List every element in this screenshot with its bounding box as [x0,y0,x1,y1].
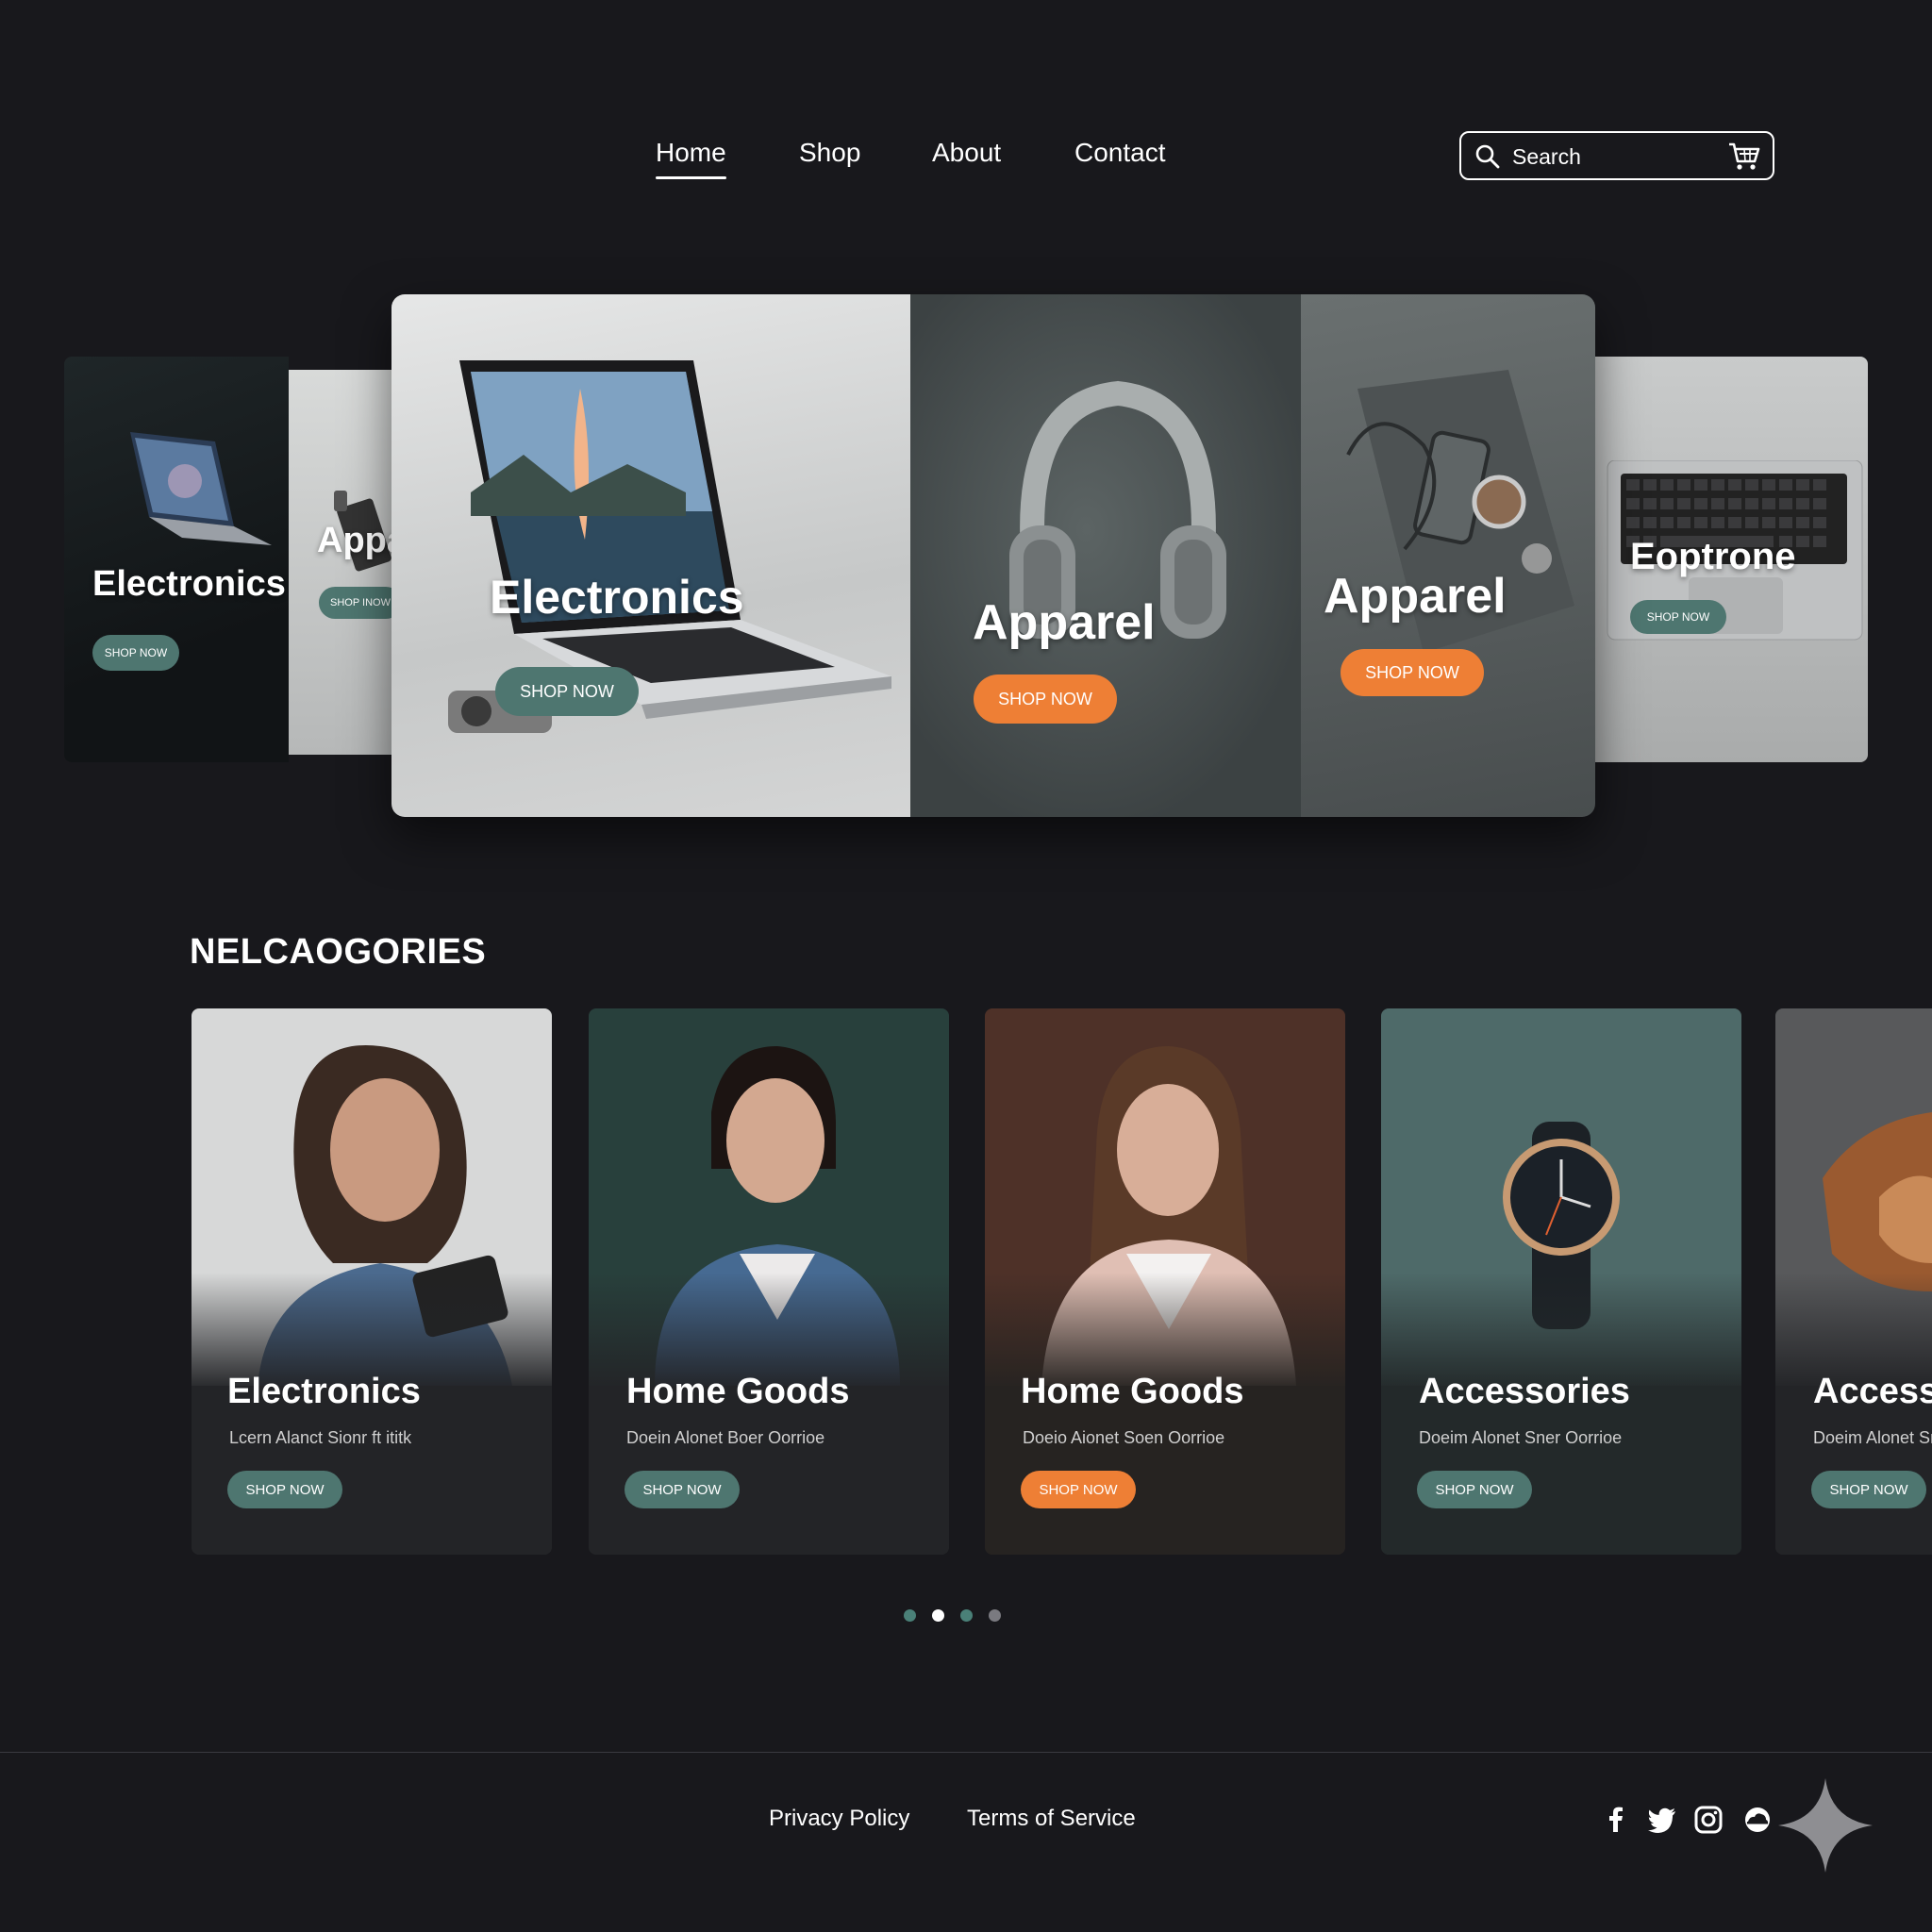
card-title: Accessories [1419,1372,1630,1411]
card-title: Home Goods [626,1372,850,1411]
laptop-image [130,432,272,545]
shop-now-button[interactable]: SHOP NOW [1021,1471,1136,1508]
hero-slide-left-apparel[interactable]: Appa SHOP INOW [289,370,402,755]
shop-now-button[interactable]: SHOP NOW [1630,600,1726,634]
twitter-icon[interactable] [1646,1804,1678,1836]
nav-home[interactable]: Home [656,138,726,179]
gadgets-image [1346,370,1574,653]
hero-slide-title: Apparel [973,595,1156,650]
pagination-dot[interactable] [989,1609,1001,1622]
card-title: Access [1813,1372,1932,1411]
hero-slide-title: Eoptrone [1630,536,1796,577]
privacy-policy-link[interactable]: Privacy Policy [769,1806,909,1832]
card-title: Home Goods [1021,1372,1244,1411]
category-card-home-goods[interactable]: Home Goods Doein Alonet Boer Oorrioe SHO… [589,1008,949,1555]
facebook-icon[interactable] [1600,1804,1632,1836]
shop-now-button[interactable]: SHOP NOW [1417,1471,1532,1508]
pagination-dot[interactable] [904,1609,916,1622]
search-icon[interactable] [1474,143,1501,175]
card-subtitle: Doein Alonet Boer Oorrioe [626,1428,825,1447]
card-subtitle: Doeim Alonet Sner Oorrioe [1419,1428,1623,1447]
card-subtitle: Lcern Alanct Sionr ft ititk [229,1428,412,1447]
search-bar [1459,131,1774,180]
sparkle-icon [1778,1778,1873,1877]
hero-slide-left-electronics[interactable]: Electronics SHOP NOW [64,357,289,762]
shop-now-button[interactable]: SHOP NOW [1811,1471,1926,1508]
hero-panel-apparel[interactable]: Apparel SHOP NOW [910,294,1301,817]
category-card-home-goods-2[interactable]: Home Goods Doeio Aionet Soen Oorrioe SHO… [985,1008,1345,1555]
category-card-accessories[interactable]: Accessories Doeim Alonet Sner Oorrioe SH… [1381,1008,1741,1555]
shop-now-button[interactable]: SHOP NOW [974,675,1117,724]
cloud-icon[interactable] [1741,1804,1774,1836]
hero-slide-right[interactable]: Eoptrone SHOP NOW [1594,357,1868,762]
hero-slide-title: Appa [317,521,402,560]
pagination-dot-active[interactable] [932,1609,944,1622]
shop-now-button[interactable]: SHOP NOW [92,635,179,671]
terms-of-service-link[interactable]: Terms of Service [967,1806,1136,1832]
hero-panel-apparel-2[interactable]: Apparel SHOP NOW [1301,294,1595,817]
cart-icon[interactable] [1727,142,1761,176]
search-input[interactable] [1510,141,1722,173]
card-subtitle: Doeim Alonet Sr [1813,1428,1932,1447]
shop-now-button[interactable]: SHOP NOW [1341,649,1484,696]
nav-contact[interactable]: Contact [1074,138,1166,168]
shop-now-button[interactable]: SHOP NOW [625,1471,740,1508]
instagram-icon[interactable] [1692,1804,1724,1836]
shop-now-button[interactable]: SHOP NOW [495,667,639,716]
category-card-electronics[interactable]: Electronics Lcern Alanct Sionr ft ititk … [192,1008,552,1555]
hero-carousel: Electronics SHOP NOW Appa SHOP INOW Eopt… [0,283,1932,830]
nav-about[interactable]: About [932,138,1001,168]
footer-divider [0,1752,1932,1753]
pagination-dot[interactable] [960,1609,973,1622]
hero-slide-main[interactable]: Electronics SHOP NOW Apparel SHOP NOW Ap… [391,294,1595,817]
hero-slide-title: Electronics [490,571,744,624]
category-cards: Electronics Lcern Alanct Sionr ft ititk … [0,1008,1932,1556]
category-card-accessories-2[interactable]: Access Doeim Alonet Sr SHOP NOW [1775,1008,1932,1555]
nav-shop[interactable]: Shop [799,138,860,168]
hero-slide-title: Electronics [92,564,286,604]
shop-now-button[interactable]: SHOP NOW [227,1471,342,1508]
section-title: NELCAOGORIES [190,932,487,972]
shop-now-button[interactable]: SHOP INOW [319,587,402,619]
card-title: Electronics [227,1372,421,1411]
card-subtitle: Doeio Aionet Soen Oorrioe [1023,1428,1225,1447]
hero-slide-title: Apparel [1324,569,1507,624]
hero-panel-electronics[interactable]: Electronics SHOP NOW [391,294,910,817]
